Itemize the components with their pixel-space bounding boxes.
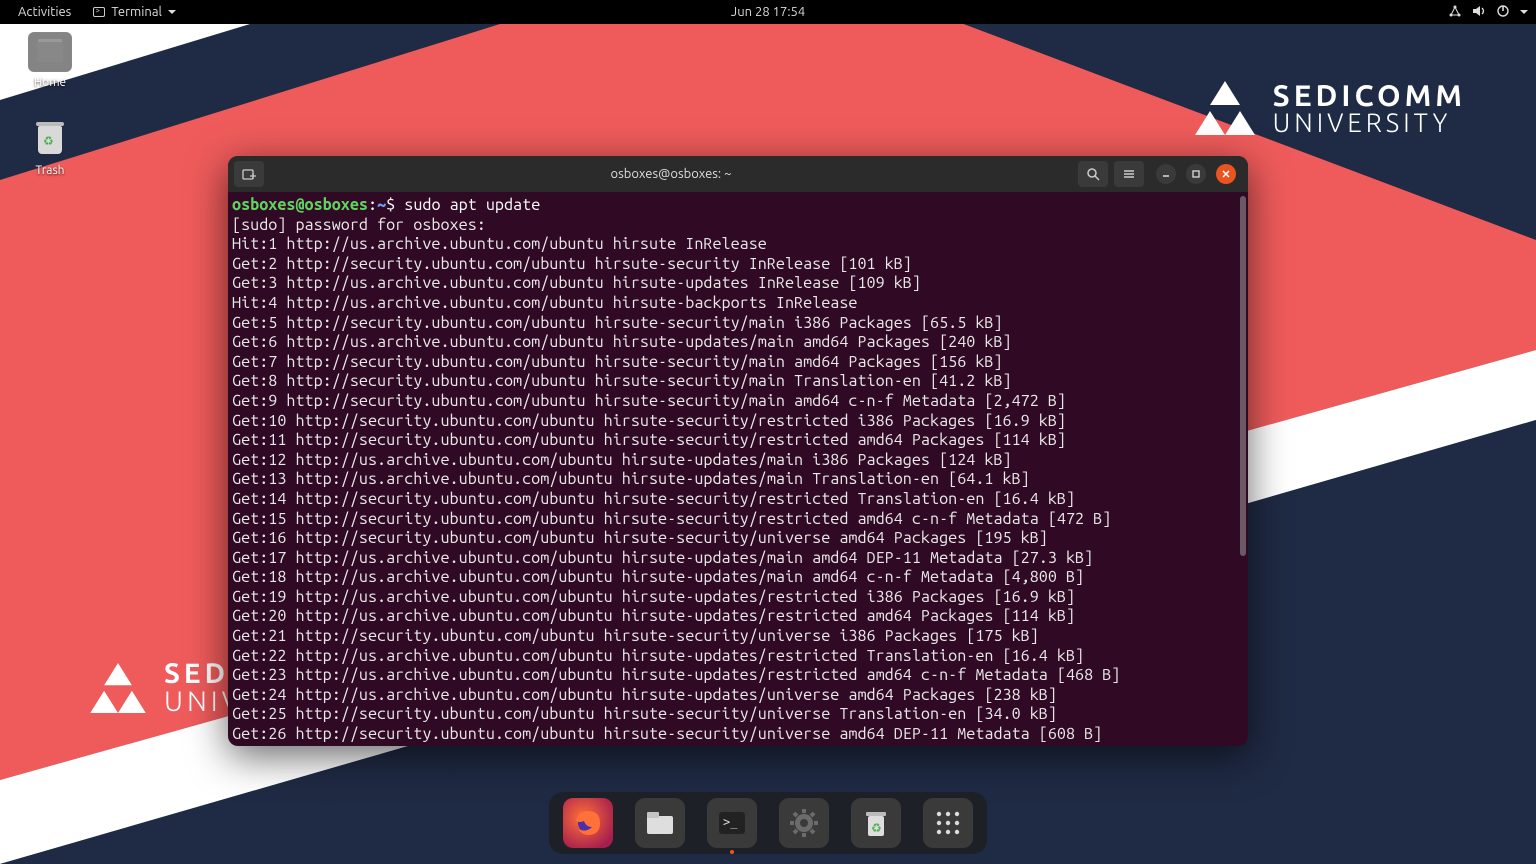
- dock-item-settings[interactable]: [779, 798, 829, 848]
- terminal-output-line: Get:12 http://us.archive.ubuntu.com/ubun…: [232, 451, 1244, 471]
- window-close-button[interactable]: [1216, 164, 1236, 184]
- terminal-title: osboxes@osboxes: ~: [270, 167, 1072, 181]
- window-maximize-button[interactable]: [1186, 164, 1206, 184]
- terminal-output-line: Get:9 http://security.ubuntu.com/ubuntu …: [232, 392, 1244, 412]
- clock-label: Jun 28 17:54: [731, 5, 805, 19]
- terminal-output-line: Get:8 http://security.ubuntu.com/ubuntu …: [232, 372, 1244, 392]
- scrollbar[interactable]: [1240, 196, 1246, 556]
- terminal-output-line: Get:14 http://security.ubuntu.com/ubuntu…: [232, 490, 1244, 510]
- volume-icon[interactable]: [1472, 4, 1486, 21]
- terminal-output-line: Get:6 http://us.archive.ubuntu.com/ubunt…: [232, 333, 1244, 353]
- dock-item-trash[interactable]: ♻: [851, 798, 901, 848]
- terminal-output-line: Get:16 http://security.ubuntu.com/ubuntu…: [232, 529, 1244, 549]
- new-tab-button[interactable]: [234, 161, 264, 187]
- terminal-window: osboxes@osboxes: ~ osboxes@osboxes:~$ su…: [228, 156, 1248, 746]
- terminal-body[interactable]: osboxes@osboxes:~$ sudo apt update [sudo…: [228, 192, 1248, 746]
- terminal-prompt-line: osboxes@osboxes:~$ sudo apt update: [232, 196, 1244, 216]
- terminal-output-line: Hit:1 http://us.archive.ubuntu.com/ubunt…: [232, 235, 1244, 255]
- brand-line1: SEDICOMM: [1273, 80, 1466, 110]
- top-bar: Activities Terminal Jun 28 17:54: [0, 0, 1536, 24]
- clock[interactable]: Jun 28 17:54: [723, 2, 813, 22]
- terminal-command: sudo apt update: [404, 196, 540, 214]
- terminal-output-line: Get:19 http://us.archive.ubuntu.com/ubun…: [232, 588, 1244, 608]
- app-menu-label: Terminal: [111, 5, 162, 19]
- trash-icon: ♻: [38, 126, 62, 154]
- home-label: Home: [15, 76, 85, 89]
- dock: >_ ♻: [549, 792, 987, 854]
- terminal-output-line: Get:2 http://security.ubuntu.com/ubuntu …: [232, 255, 1244, 275]
- app-menu[interactable]: Terminal: [85, 2, 184, 22]
- dock-item-files[interactable]: [635, 798, 685, 848]
- terminal-icon: [93, 7, 105, 17]
- activities-label: Activities: [18, 5, 71, 19]
- terminal-output-line: Get:11 http://security.ubuntu.com/ubuntu…: [232, 431, 1244, 451]
- terminal-output-line: Get:25 http://security.ubuntu.com/ubuntu…: [232, 705, 1244, 725]
- terminal-output-line: Get:3 http://us.archive.ubuntu.com/ubunt…: [232, 274, 1244, 294]
- menu-button[interactable]: [1114, 161, 1144, 187]
- terminal-output-line: Get:20 http://us.archive.ubuntu.com/ubun…: [232, 607, 1244, 627]
- chevron-down-icon[interactable]: [1520, 10, 1528, 14]
- brand-line2: UNIVERSITY: [1273, 110, 1466, 136]
- terminal-output-line: Hit:4 http://us.archive.ubuntu.com/ubunt…: [232, 294, 1244, 314]
- dock-item-terminal[interactable]: >_: [707, 798, 757, 848]
- svg-text:♻: ♻: [871, 822, 882, 835]
- terminal-output-line: Get:15 http://security.ubuntu.com/ubuntu…: [232, 510, 1244, 530]
- terminal-output-line: Get:23 http://us.archive.ubuntu.com/ubun…: [232, 666, 1244, 686]
- brand-logo-top: SEDICOMM UNIVERSITY: [1195, 80, 1466, 136]
- prompt-user: osboxes@osboxes: [232, 196, 368, 214]
- terminal-output-line: [sudo] password for osboxes:: [232, 216, 1244, 236]
- terminal-output-line: Get:5 http://security.ubuntu.com/ubuntu …: [232, 314, 1244, 334]
- dock-item-apps[interactable]: [923, 798, 973, 848]
- activities-button[interactable]: Activities: [10, 2, 79, 22]
- terminal-output-line: Get:7 http://security.ubuntu.com/ubuntu …: [232, 353, 1244, 373]
- terminal-output-line: Get:22 http://us.archive.ubuntu.com/ubun…: [232, 647, 1244, 667]
- prompt-dollar: $: [386, 196, 404, 214]
- power-icon[interactable]: [1496, 4, 1510, 21]
- prompt-sep: :: [368, 196, 377, 214]
- terminal-output-line: Get:21 http://security.ubuntu.com/ubuntu…: [232, 627, 1244, 647]
- folder-icon: [37, 42, 63, 62]
- network-icon[interactable]: [1448, 4, 1462, 21]
- window-minimize-button[interactable]: [1156, 164, 1176, 184]
- dock-item-firefox[interactable]: [563, 798, 613, 848]
- terminal-output-line: Get:13 http://us.archive.ubuntu.com/ubun…: [232, 470, 1244, 490]
- chevron-down-icon: [168, 10, 176, 14]
- desktop-icon-home[interactable]: Home: [15, 32, 85, 89]
- brand-glyph-icon: [90, 663, 146, 713]
- prompt-path: ~: [377, 196, 386, 214]
- desktop-icon-trash[interactable]: ♻ Trash: [15, 120, 85, 177]
- terminal-output-line: Get:26 http://security.ubuntu.com/ubuntu…: [232, 725, 1244, 745]
- terminal-output-line: Get:24 http://us.archive.ubuntu.com/ubun…: [232, 686, 1244, 706]
- trash-label: Trash: [15, 164, 85, 177]
- svg-text:>_: >_: [723, 815, 738, 829]
- terminal-output-line: Get:10 http://security.ubuntu.com/ubuntu…: [232, 412, 1244, 432]
- terminal-output-line: Get:17 http://us.archive.ubuntu.com/ubun…: [232, 549, 1244, 569]
- brand-glyph-icon: [1195, 81, 1255, 135]
- terminal-output-line: Get:18 http://us.archive.ubuntu.com/ubun…: [232, 568, 1244, 588]
- search-button[interactable]: [1078, 161, 1108, 187]
- terminal-titlebar[interactable]: osboxes@osboxes: ~: [228, 156, 1248, 192]
